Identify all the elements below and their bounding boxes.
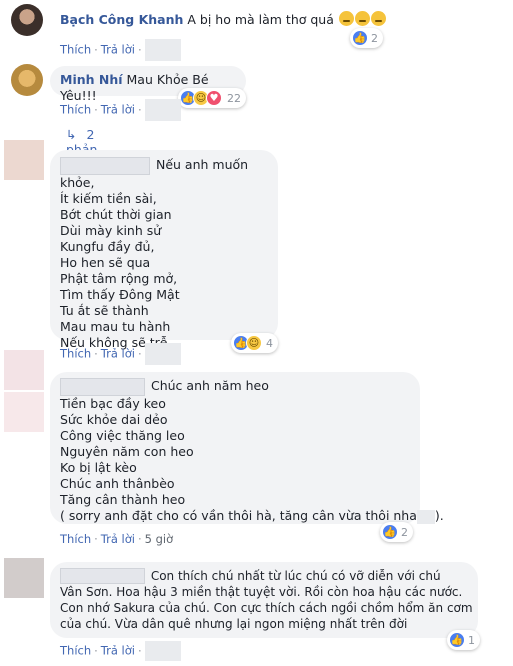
comment-actions: Thích · Trả lời ·: [60, 99, 181, 121]
comment-text-line: Con thích chú nhất từ lúc chú có vỡ diễn…: [150, 569, 441, 583]
comment-text-line: Chúc anh thânbèo: [60, 476, 175, 491]
like-icon: 👍: [449, 632, 465, 648]
reply-link[interactable]: Trả lời: [101, 347, 135, 361]
comment-text-line: Công việc thăng leo: [60, 428, 185, 443]
redacted-author: [60, 157, 150, 175]
like-link[interactable]: Thích: [60, 103, 91, 117]
comment-actions: Thích · Trả lời · 5 giờ: [60, 532, 174, 546]
reply-link[interactable]: Trả lời: [101, 644, 135, 658]
comment-text-line: Dùi mày kinh sử: [60, 223, 162, 238]
comment-text-line: Tăng cân thành heo: [60, 492, 186, 507]
like-link[interactable]: Thích: [60, 43, 91, 57]
comment-text-line: Ít kiếm tiền sài,: [60, 191, 157, 206]
reaction-count: 2: [401, 525, 408, 539]
like-icon: 👍: [352, 30, 368, 46]
reply-link[interactable]: Trả lời: [101, 43, 135, 57]
comment-text-line: Ko bị lật kèo: [60, 460, 137, 475]
comment-text-suffix: ).: [434, 508, 444, 523]
comment-text-line: Tìm thấy Đông Mật: [60, 287, 180, 302]
comment-text-line: Tu ắt sẽ thành: [60, 303, 149, 318]
reaction-summary[interactable]: 👍 2: [350, 28, 383, 48]
redacted-box: [144, 99, 181, 121]
comment-text-line: Kungfu đầy đủ,: [60, 239, 155, 254]
comment-text: ( sorry anh đặt cho có vần thôi hà, tăng…: [60, 508, 417, 523]
comment-bubble: Nếu anh muốn khỏe, Ít kiếm tiền sài, Bớt…: [50, 150, 278, 350]
like-link[interactable]: Thích: [60, 347, 91, 361]
comment-timestamp[interactable]: 5 giờ: [145, 532, 174, 546]
avatar[interactable]: [4, 140, 44, 180]
like-icon: 👍: [382, 524, 398, 540]
reaction-summary[interactable]: 👍 1: [447, 630, 480, 650]
comment-text-line: Phật tâm rộng mở,: [60, 271, 178, 286]
redacted-box: [144, 641, 181, 661]
comment-text-line: Bớt chút thời gian: [60, 207, 172, 222]
reaction-summary[interactable]: 👍 2: [380, 522, 413, 542]
redacted-author: [60, 568, 145, 584]
comment-text-line: Nguyên năm con heo: [60, 444, 194, 459]
reaction-count: 2: [371, 31, 378, 45]
avatar-secondary: [4, 392, 44, 432]
comment-text-line: Sức khỏe dai dẻo: [60, 412, 168, 427]
comment-text-line: Vân Sơn. Hoa hậu 3 miền thật tuyệt vời. …: [60, 585, 463, 599]
confused-emoji-icon: [354, 11, 370, 26]
like-link[interactable]: Thích: [60, 644, 91, 658]
author-name[interactable]: Minh Nhí: [60, 72, 123, 87]
comment-text: A bị ho mà làm thơ quá: [187, 12, 334, 27]
comment-actions: Thích · Trả lời ·: [60, 39, 181, 61]
comment-actions: Thích · Trả lời ·: [60, 641, 181, 661]
reaction-count: 4: [266, 336, 273, 350]
comment-text-line: Ho hen sẽ qua: [60, 255, 151, 270]
avatar[interactable]: [11, 64, 43, 96]
comment-bubble: Con thích chú nhất từ lúc chú có vỡ diễn…: [50, 562, 478, 638]
comment-text-line: của chú. Vừa dân quê nhưng lại ngon miện…: [60, 617, 408, 631]
author-name[interactable]: Bạch Công Khanh: [60, 12, 183, 27]
confused-emoji-icon: [370, 11, 386, 26]
avatar[interactable]: [4, 558, 44, 598]
comment-text-line-last: ( sorry anh đặt cho có vần thôi hà, tăng…: [60, 508, 444, 524]
redacted-box: [144, 39, 181, 61]
avatar[interactable]: [4, 350, 44, 390]
comment-bubble: Chúc anh năm heo Tiền bạc đầy keo Sức kh…: [50, 372, 444, 524]
reaction-summary[interactable]: 👍 ☺ ♥ 22: [178, 88, 246, 108]
comment-actions: Thích · Trả lời ·: [60, 343, 181, 365]
reaction-count: 22: [227, 91, 241, 105]
comment-body: Bạch Công Khanh A bị ho mà làm thơ quá: [60, 11, 386, 27]
reaction-count: 1: [468, 633, 475, 647]
redacted-author: [60, 378, 145, 396]
comment-text-line: Tiền bạc đầy keo: [60, 396, 166, 411]
confused-emoji-icon: [338, 11, 354, 26]
redacted-box: [144, 343, 181, 365]
redacted-emoji: [416, 509, 435, 524]
haha-icon: ☺: [246, 335, 262, 351]
love-icon: ♥: [206, 90, 222, 106]
reaction-summary[interactable]: 👍 ☺ 4: [231, 333, 278, 353]
like-link[interactable]: Thích: [60, 532, 91, 546]
reply-link[interactable]: Trả lời: [101, 532, 135, 546]
reply-link[interactable]: Trả lời: [101, 103, 135, 117]
reply-arrow-icon: ↳: [66, 127, 77, 142]
avatar[interactable]: [11, 4, 43, 36]
comment-text-line: Chúc anh năm heo: [150, 378, 269, 393]
comment-text-line: Con nhớ Sakura của chú. Con cực thích cá…: [60, 601, 473, 615]
